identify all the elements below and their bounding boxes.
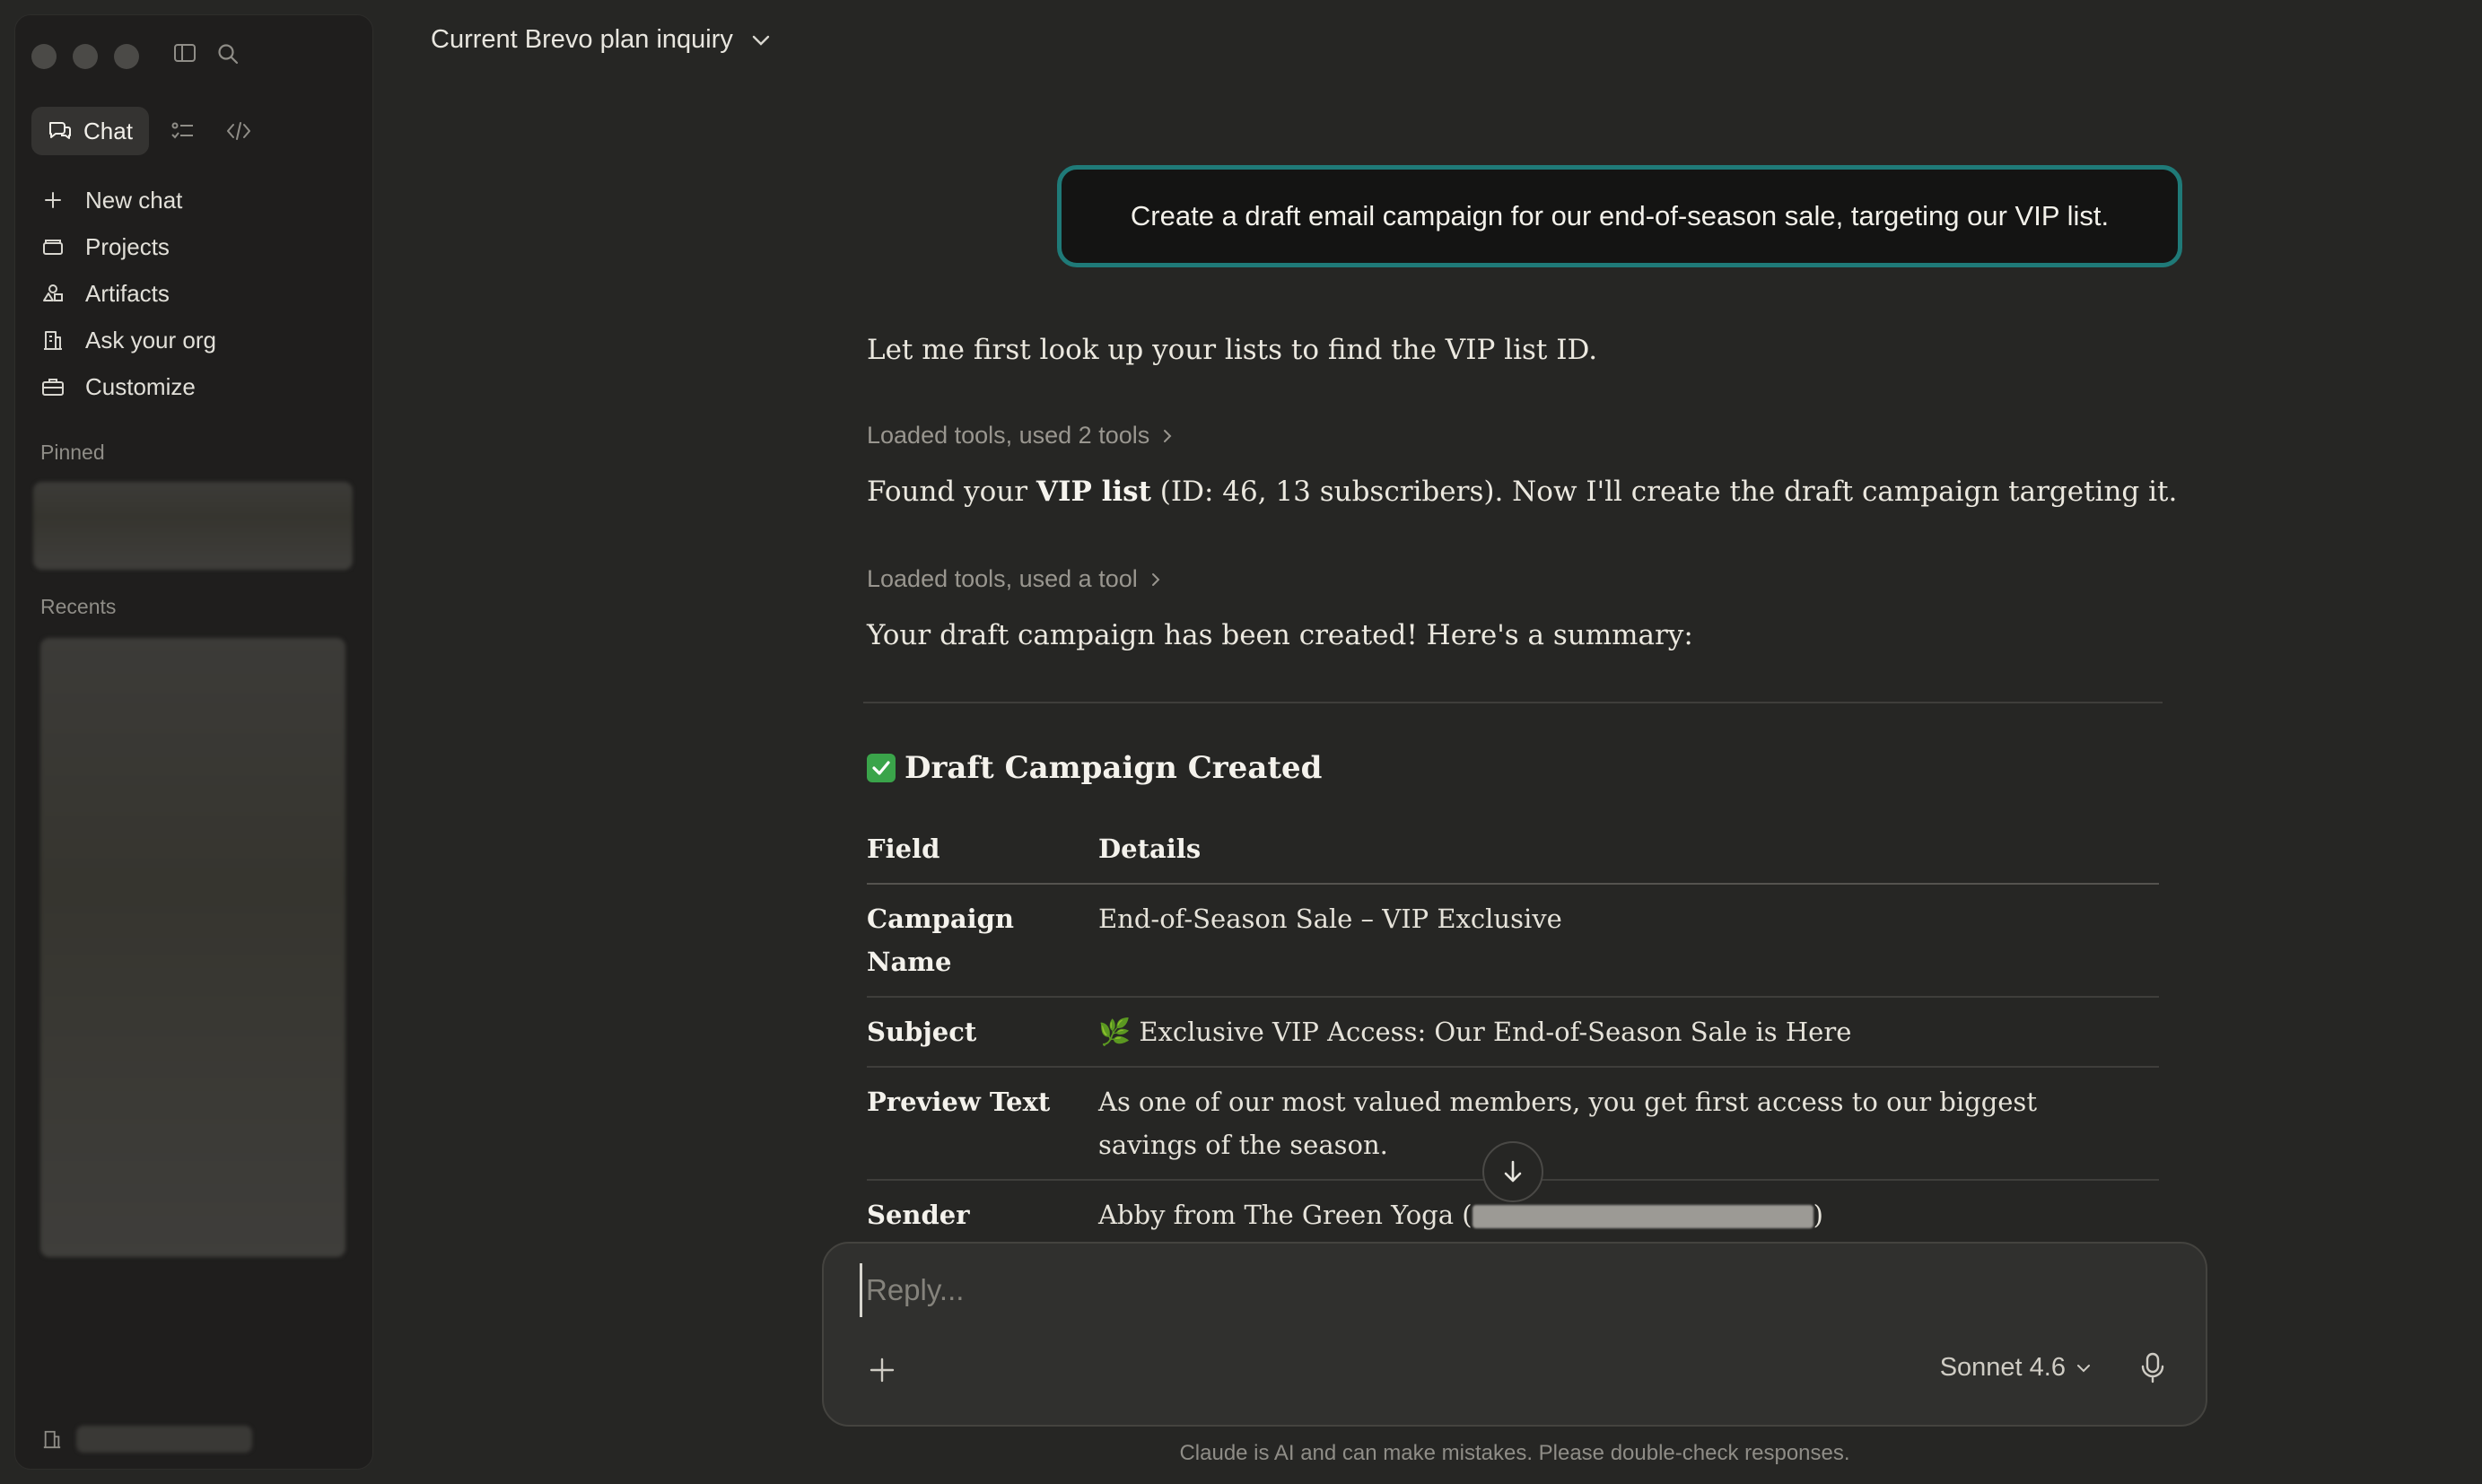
account-name — [76, 1426, 252, 1453]
table-cell-field: Preview Text — [867, 1087, 1051, 1117]
divider — [863, 702, 2163, 703]
assistant-message: Let me first look up your lists to find … — [867, 334, 1598, 366]
composer: Sonnet 4.6 — [822, 1242, 2207, 1427]
account-row[interactable] — [42, 1426, 252, 1453]
chevron-down-icon — [2076, 1364, 2091, 1373]
table-cell-value: Abby from The Green Yoga () — [1098, 1180, 2159, 1242]
table-header: Field — [867, 834, 940, 864]
table-header: Details — [1098, 834, 1202, 864]
reply-input[interactable] — [860, 1263, 2152, 1317]
table-cell-field: Campaign Name — [867, 903, 1015, 977]
table-cell-field: Subject — [867, 1017, 977, 1047]
add-attachment-icon[interactable] — [869, 1357, 896, 1384]
assistant-message: Your draft campaign has been created! He… — [867, 619, 1693, 651]
tool-usage-label: Loaded tools, used 2 tools — [867, 422, 1150, 449]
microphone-icon[interactable] — [2139, 1351, 2166, 1385]
table-cell-field: Sender — [867, 1200, 970, 1230]
arrow-down-icon — [1501, 1158, 1525, 1185]
building-icon — [42, 1428, 62, 1450]
sender-close: ) — [1813, 1200, 1823, 1230]
table-header-row: Field Details — [867, 815, 2159, 884]
table-cell-value: End-of-Season Sale – VIP Exclusive — [1098, 903, 1562, 934]
summary-heading-text: Draft Campaign Created — [905, 750, 1323, 786]
sender-name: Abby from The Green Yoga ( — [1098, 1200, 1473, 1230]
model-selector[interactable]: Sonnet 4.6 — [1940, 1353, 2091, 1383]
summary-heading: Draft Campaign Created — [867, 750, 1322, 786]
message-bold-text: VIP list — [1036, 476, 1151, 508]
tool-usage-label: Loaded tools, used a tool — [867, 565, 1138, 592]
table-row: Subject 🌿 Exclusive VIP Access: Our End-… — [867, 997, 2159, 1067]
tool-usage-toggle[interactable]: Loaded tools, used 2 tools — [867, 422, 1173, 450]
user-message: Create a draft email campaign for our en… — [1057, 165, 2182, 267]
tool-usage-toggle[interactable]: Loaded tools, used a tool — [867, 565, 1161, 593]
table-row: Campaign Name End-of-Season Sale – VIP E… — [867, 884, 2159, 997]
table-cell-value: As one of our most valued members, you g… — [1098, 1087, 2037, 1160]
message-text: (ID: 46, 13 subscribers). Now I'll creat… — [1150, 476, 2178, 508]
scroll-to-bottom-button[interactable] — [1482, 1141, 1543, 1202]
conversation: Create a draft email campaign for our en… — [0, 0, 2482, 1242]
table-cell-value: 🌿 Exclusive VIP Access: Our End-of-Seaso… — [1098, 1017, 1852, 1047]
chevron-right-icon — [1150, 572, 1161, 588]
message-text: Found your — [867, 476, 1036, 508]
assistant-message: Found your VIP list (ID: 46, 13 subscrib… — [867, 476, 2177, 508]
check-mark-icon — [867, 754, 896, 782]
redacted-email — [1472, 1205, 1813, 1228]
chevron-right-icon — [1162, 428, 1173, 444]
model-name: Sonnet 4.6 — [1939, 1353, 2066, 1382]
